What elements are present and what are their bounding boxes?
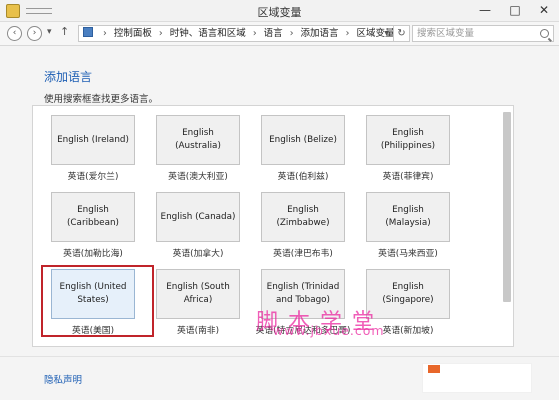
breadcrumb-item-control-panel[interactable]: 控制面板 [114, 28, 152, 39]
language-tile-label: English (Ireland) [51, 115, 135, 165]
language-tile[interactable]: English (South Africa) 英语(南非) [148, 269, 248, 336]
address-dropdown-icon[interactable]: ▾ [384, 26, 389, 41]
breadcrumb-item-clock-language-region[interactable]: 时钟、语言和区域 [170, 28, 246, 39]
language-tile[interactable]: English (Australia) 英语(澳大利亚) [148, 115, 248, 182]
language-tile-caption: 英语(爱尔兰) [67, 172, 119, 182]
search-input[interactable]: 搜索区域变量 [412, 25, 554, 42]
maximize-button[interactable]: □ [500, 0, 530, 20]
breadcrumb-separator: › [158, 28, 163, 39]
language-tile-caption: 英语(马来西亚) [378, 249, 438, 259]
breadcrumb-separator: › [345, 28, 350, 39]
search-hint: 使用搜索框查找更多语言。 [44, 94, 159, 105]
navigation-bar: ‹ › ▾ ↑ › 控制面板 › 时钟、语言和区域 › 语言 › 添加语言 › … [0, 22, 559, 46]
watermark-url: www.jbxue.com [273, 323, 385, 338]
language-tile-label: English (Belize) [261, 115, 345, 165]
recent-locations-icon[interactable]: ▾ [47, 27, 52, 37]
language-tile-caption: 英语(菲律宾) [382, 172, 434, 182]
language-tile-label: English (Australia) [156, 115, 240, 165]
language-tile-caption: 英语(津巴布韦) [273, 249, 333, 259]
language-tile-partial[interactable] [261, 346, 345, 347]
language-tile-caption: 英语(加拿大) [172, 249, 224, 259]
language-tile-label: English (Zimbabwe) [261, 192, 345, 242]
language-tile[interactable]: English (Caribbean) 英语(加勒比海) [43, 192, 143, 259]
refresh-button[interactable]: ↻ [394, 25, 410, 42]
address-bar[interactable]: › 控制面板 › 时钟、语言和区域 › 语言 › 添加语言 › 区域变量 ▾ [78, 25, 394, 42]
language-tile-label: English (Canada) [156, 192, 240, 242]
close-button[interactable]: ✕ [529, 0, 559, 20]
control-panel-icon [83, 27, 93, 37]
page-title: 添加语言 [44, 70, 93, 84]
language-tile-label: English (Caribbean) [51, 192, 135, 242]
language-tile-partial[interactable] [51, 346, 135, 347]
language-tile[interactable]: English (Zimbabwe) 英语(津巴布韦) [253, 192, 353, 259]
breadcrumb-separator: › [103, 28, 107, 39]
search-icon[interactable] [540, 29, 549, 38]
language-tile[interactable]: English (Belize) 英语(伯利兹) [253, 115, 353, 182]
language-tile[interactable]: English (Philippines) 英语(菲律宾) [358, 115, 458, 182]
footer: 隐私声明 [0, 356, 559, 400]
language-tile[interactable]: English (Malaysia) 英语(马来西亚) [358, 192, 458, 259]
language-tile-caption: 英语(加勒比海) [63, 249, 123, 259]
selection-highlight [41, 265, 154, 337]
breadcrumb-separator: › [252, 28, 257, 39]
minimize-button[interactable]: — [470, 0, 500, 20]
forward-button[interactable]: › [27, 26, 42, 41]
privacy-link[interactable]: 隐私声明 [44, 372, 82, 386]
language-tile-label: English (Philippines) [366, 115, 450, 165]
language-tile-label: English (Malaysia) [366, 192, 450, 242]
language-tile-caption: 英语(澳大利亚) [168, 172, 228, 182]
scrollbar-thumb[interactable] [503, 112, 511, 302]
language-tile[interactable]: English (Ireland) 英语(爱尔兰) [43, 115, 143, 182]
language-tile-partial[interactable] [156, 346, 240, 347]
language-tile-partial[interactable] [366, 346, 450, 347]
breadcrumb-separator: › [289, 28, 294, 39]
language-tile[interactable]: English (Canada) 英语(加拿大) [148, 192, 248, 259]
cursor-marker [428, 365, 440, 373]
search-placeholder: 搜索区域变量 [417, 28, 475, 39]
title-bar: 区域变量 — □ ✕ [0, 0, 559, 22]
breadcrumb-item-language[interactable]: 语言 [264, 28, 283, 39]
language-tile-caption: 英语(伯利兹) [277, 172, 329, 182]
language-tile-caption: 英语(南非) [176, 326, 220, 336]
breadcrumb-item-add-language[interactable]: 添加语言 [301, 28, 339, 39]
language-tile-label: English (South Africa) [156, 269, 240, 319]
back-button[interactable]: ‹ [7, 26, 22, 41]
up-button[interactable]: ↑ [60, 25, 69, 38]
